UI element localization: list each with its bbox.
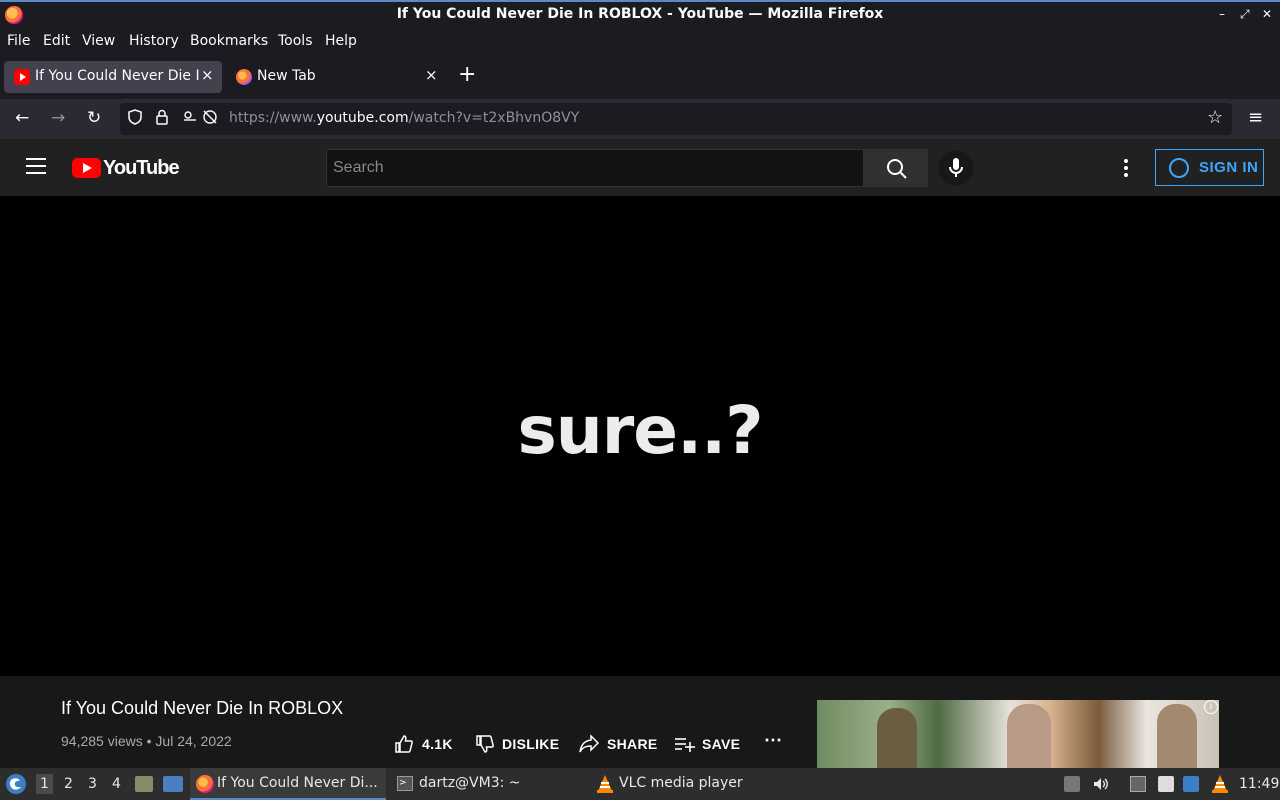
- new-tab-button[interactable]: +: [458, 64, 476, 86]
- youtube-favicon-icon: [14, 69, 30, 85]
- url-bar[interactable]: https://www.youtube.com/watch?v=t2xBhvnO…: [120, 103, 1232, 135]
- forward-button[interactable]: →: [51, 108, 65, 128]
- view-count: 94,285 views: [61, 733, 143, 749]
- video-info: If You Could Never Die In ROBLOX 94,285 …: [0, 676, 1280, 768]
- youtube-header: YouTube SIGN IN: [0, 139, 1280, 196]
- search-icon: [887, 159, 907, 179]
- back-button[interactable]: ←: [15, 108, 29, 128]
- task-label: dartz@VM3: ~: [419, 775, 521, 791]
- video-title: If You Could Never Die In ROBLOX: [61, 698, 344, 718]
- save-label: SAVE: [702, 736, 741, 752]
- window-titlebar: If You Could Never Die In ROBLOX - YouTu…: [0, 0, 1280, 29]
- tab-new-tab[interactable]: New Tab ×: [226, 61, 444, 93]
- url-prefix: https://www.: [229, 110, 317, 126]
- share-label: SHARE: [607, 736, 658, 752]
- settings-more-icon[interactable]: [1118, 159, 1134, 179]
- menu-history[interactable]: History: [129, 33, 179, 49]
- microphone-icon: [949, 158, 963, 177]
- url-host: youtube.com: [316, 110, 409, 126]
- menu-view[interactable]: View: [82, 33, 115, 49]
- menu-edit[interactable]: Edit: [43, 33, 70, 49]
- tab-close-icon[interactable]: ×: [425, 66, 438, 84]
- hamburger-menu-icon[interactable]: ≡: [1248, 107, 1263, 128]
- menu-bar: File Edit View History Bookmarks Tools H…: [0, 29, 1280, 55]
- video-player[interactable]: sure..?: [0, 196, 1280, 676]
- url-path: /watch?v=t2xBhvnO8VY: [408, 110, 580, 126]
- taskbar: 1 2 3 4 If You Could Never Di... > dartz…: [0, 768, 1280, 800]
- display-icon[interactable]: [1130, 776, 1146, 792]
- sign-in-button[interactable]: SIGN IN: [1155, 149, 1264, 186]
- vlc-tray-icon[interactable]: [1211, 774, 1229, 794]
- guide-menu-icon[interactable]: [26, 158, 46, 174]
- youtube-play-icon: [72, 158, 101, 178]
- like-count: 4.1K: [422, 736, 453, 752]
- clock: 11:49: [1239, 776, 1280, 792]
- close-window-button[interactable]: ✕: [1262, 7, 1272, 21]
- workspace-2[interactable]: 2: [64, 776, 73, 792]
- vlc-icon: [597, 775, 613, 793]
- volume-icon[interactable]: [1093, 776, 1109, 792]
- url-text[interactable]: https://www.youtube.com/watch?v=t2xBhvnO…: [229, 110, 579, 126]
- bookmark-star-icon[interactable]: ☆: [1207, 107, 1223, 128]
- workspace-3[interactable]: 3: [88, 776, 97, 792]
- terminal-icon: >: [397, 776, 413, 791]
- tab-close-icon[interactable]: ×: [201, 66, 214, 84]
- navigation-bar: ← → ↻ https://www.youtube.com/watch?v=t2…: [0, 99, 1280, 139]
- permissions-icon[interactable]: [183, 109, 217, 129]
- playlist-add-icon: [675, 738, 695, 752]
- voice-search-button[interactable]: [938, 150, 974, 186]
- window-title: If You Could Never Die In ROBLOX - YouTu…: [396, 6, 884, 22]
- menu-bookmarks[interactable]: Bookmarks: [190, 33, 268, 49]
- workspace-4[interactable]: 4: [112, 776, 121, 792]
- task-label: If You Could Never Di...: [217, 775, 378, 791]
- thumbs-up-icon: [395, 735, 413, 753]
- video-frame-text: sure..?: [517, 392, 763, 469]
- sign-in-label: SIGN IN: [1199, 159, 1259, 176]
- task-label: VLC media player: [619, 775, 743, 791]
- task-firefox[interactable]: If You Could Never Di...: [190, 768, 386, 800]
- shield-icon[interactable]: [128, 109, 142, 129]
- lock-icon[interactable]: [155, 109, 169, 129]
- share-icon: [579, 734, 600, 753]
- menu-help[interactable]: Help: [325, 33, 357, 49]
- clipboard-icon[interactable]: [1158, 776, 1174, 792]
- video-meta: 94,285 views • Jul 24, 2022: [61, 733, 232, 749]
- task-vlc[interactable]: VLC media player: [590, 768, 786, 800]
- tab-label: New Tab: [257, 68, 316, 84]
- menu-file[interactable]: File: [7, 33, 30, 49]
- task-terminal[interactable]: > dartz@VM3: ~: [390, 768, 586, 800]
- maximize-button[interactable]: ⤢: [1240, 7, 1250, 22]
- tab-bar: If You Could Never Die In ROBLOX - YouTu…: [0, 55, 1280, 99]
- show-desktop-icon[interactable]: [163, 776, 183, 792]
- dislike-label: DISLIKE: [502, 736, 560, 752]
- tab-label: If You Could Never Die In ROBLOX - YouTu…: [35, 68, 200, 84]
- search-input[interactable]: [326, 149, 864, 187]
- notification-icon[interactable]: [1183, 776, 1199, 792]
- account-icon: [1169, 158, 1189, 178]
- firefox-icon: [196, 775, 214, 793]
- minimize-button[interactable]: –: [1219, 7, 1225, 21]
- tab-youtube[interactable]: If You Could Never Die In ROBLOX - YouTu…: [4, 61, 222, 93]
- start-menu-icon[interactable]: [5, 773, 27, 795]
- file-manager-icon[interactable]: [135, 776, 153, 792]
- search-button[interactable]: [864, 149, 928, 187]
- workspace-1[interactable]: 1: [36, 774, 53, 794]
- eject-icon[interactable]: [1064, 776, 1080, 792]
- more-actions-button[interactable]: ⋯: [764, 730, 782, 751]
- ad-thumbnail[interactable]: [817, 700, 1219, 768]
- upload-date: Jul 24, 2022: [155, 733, 232, 749]
- youtube-logo-text: YouTube: [103, 157, 180, 179]
- ad-info-icon[interactable]: i: [1204, 700, 1218, 714]
- firefox-favicon-icon: [236, 69, 252, 85]
- reload-button[interactable]: ↻: [87, 108, 101, 128]
- thumbs-down-icon: [476, 735, 494, 753]
- menu-tools[interactable]: Tools: [278, 33, 313, 49]
